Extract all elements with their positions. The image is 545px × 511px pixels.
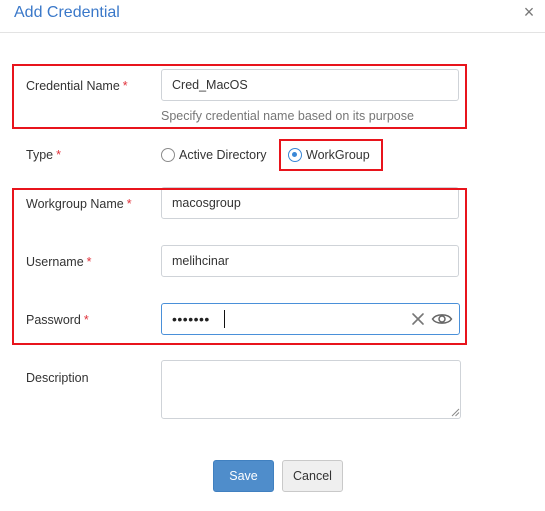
save-button[interactable]: Save bbox=[213, 460, 274, 492]
highlight-credential-name bbox=[12, 64, 467, 129]
description-label: Description bbox=[26, 371, 89, 385]
type-label: Type * bbox=[26, 148, 61, 162]
radio-label-active-directory[interactable]: Active Directory bbox=[179, 148, 267, 162]
close-icon[interactable]: × bbox=[520, 3, 538, 21]
radio-unchecked-icon[interactable] bbox=[161, 148, 175, 162]
dialog-title: Add Credential bbox=[14, 4, 120, 21]
required-indicator: * bbox=[56, 148, 61, 162]
header-divider bbox=[0, 32, 545, 33]
highlight-credentials-group bbox=[12, 188, 467, 345]
cancel-button[interactable]: Cancel bbox=[282, 460, 343, 492]
description-textarea[interactable] bbox=[161, 360, 461, 419]
highlight-workgroup-radio bbox=[279, 139, 383, 171]
radio-active-directory[interactable]: Active Directory bbox=[161, 145, 267, 165]
